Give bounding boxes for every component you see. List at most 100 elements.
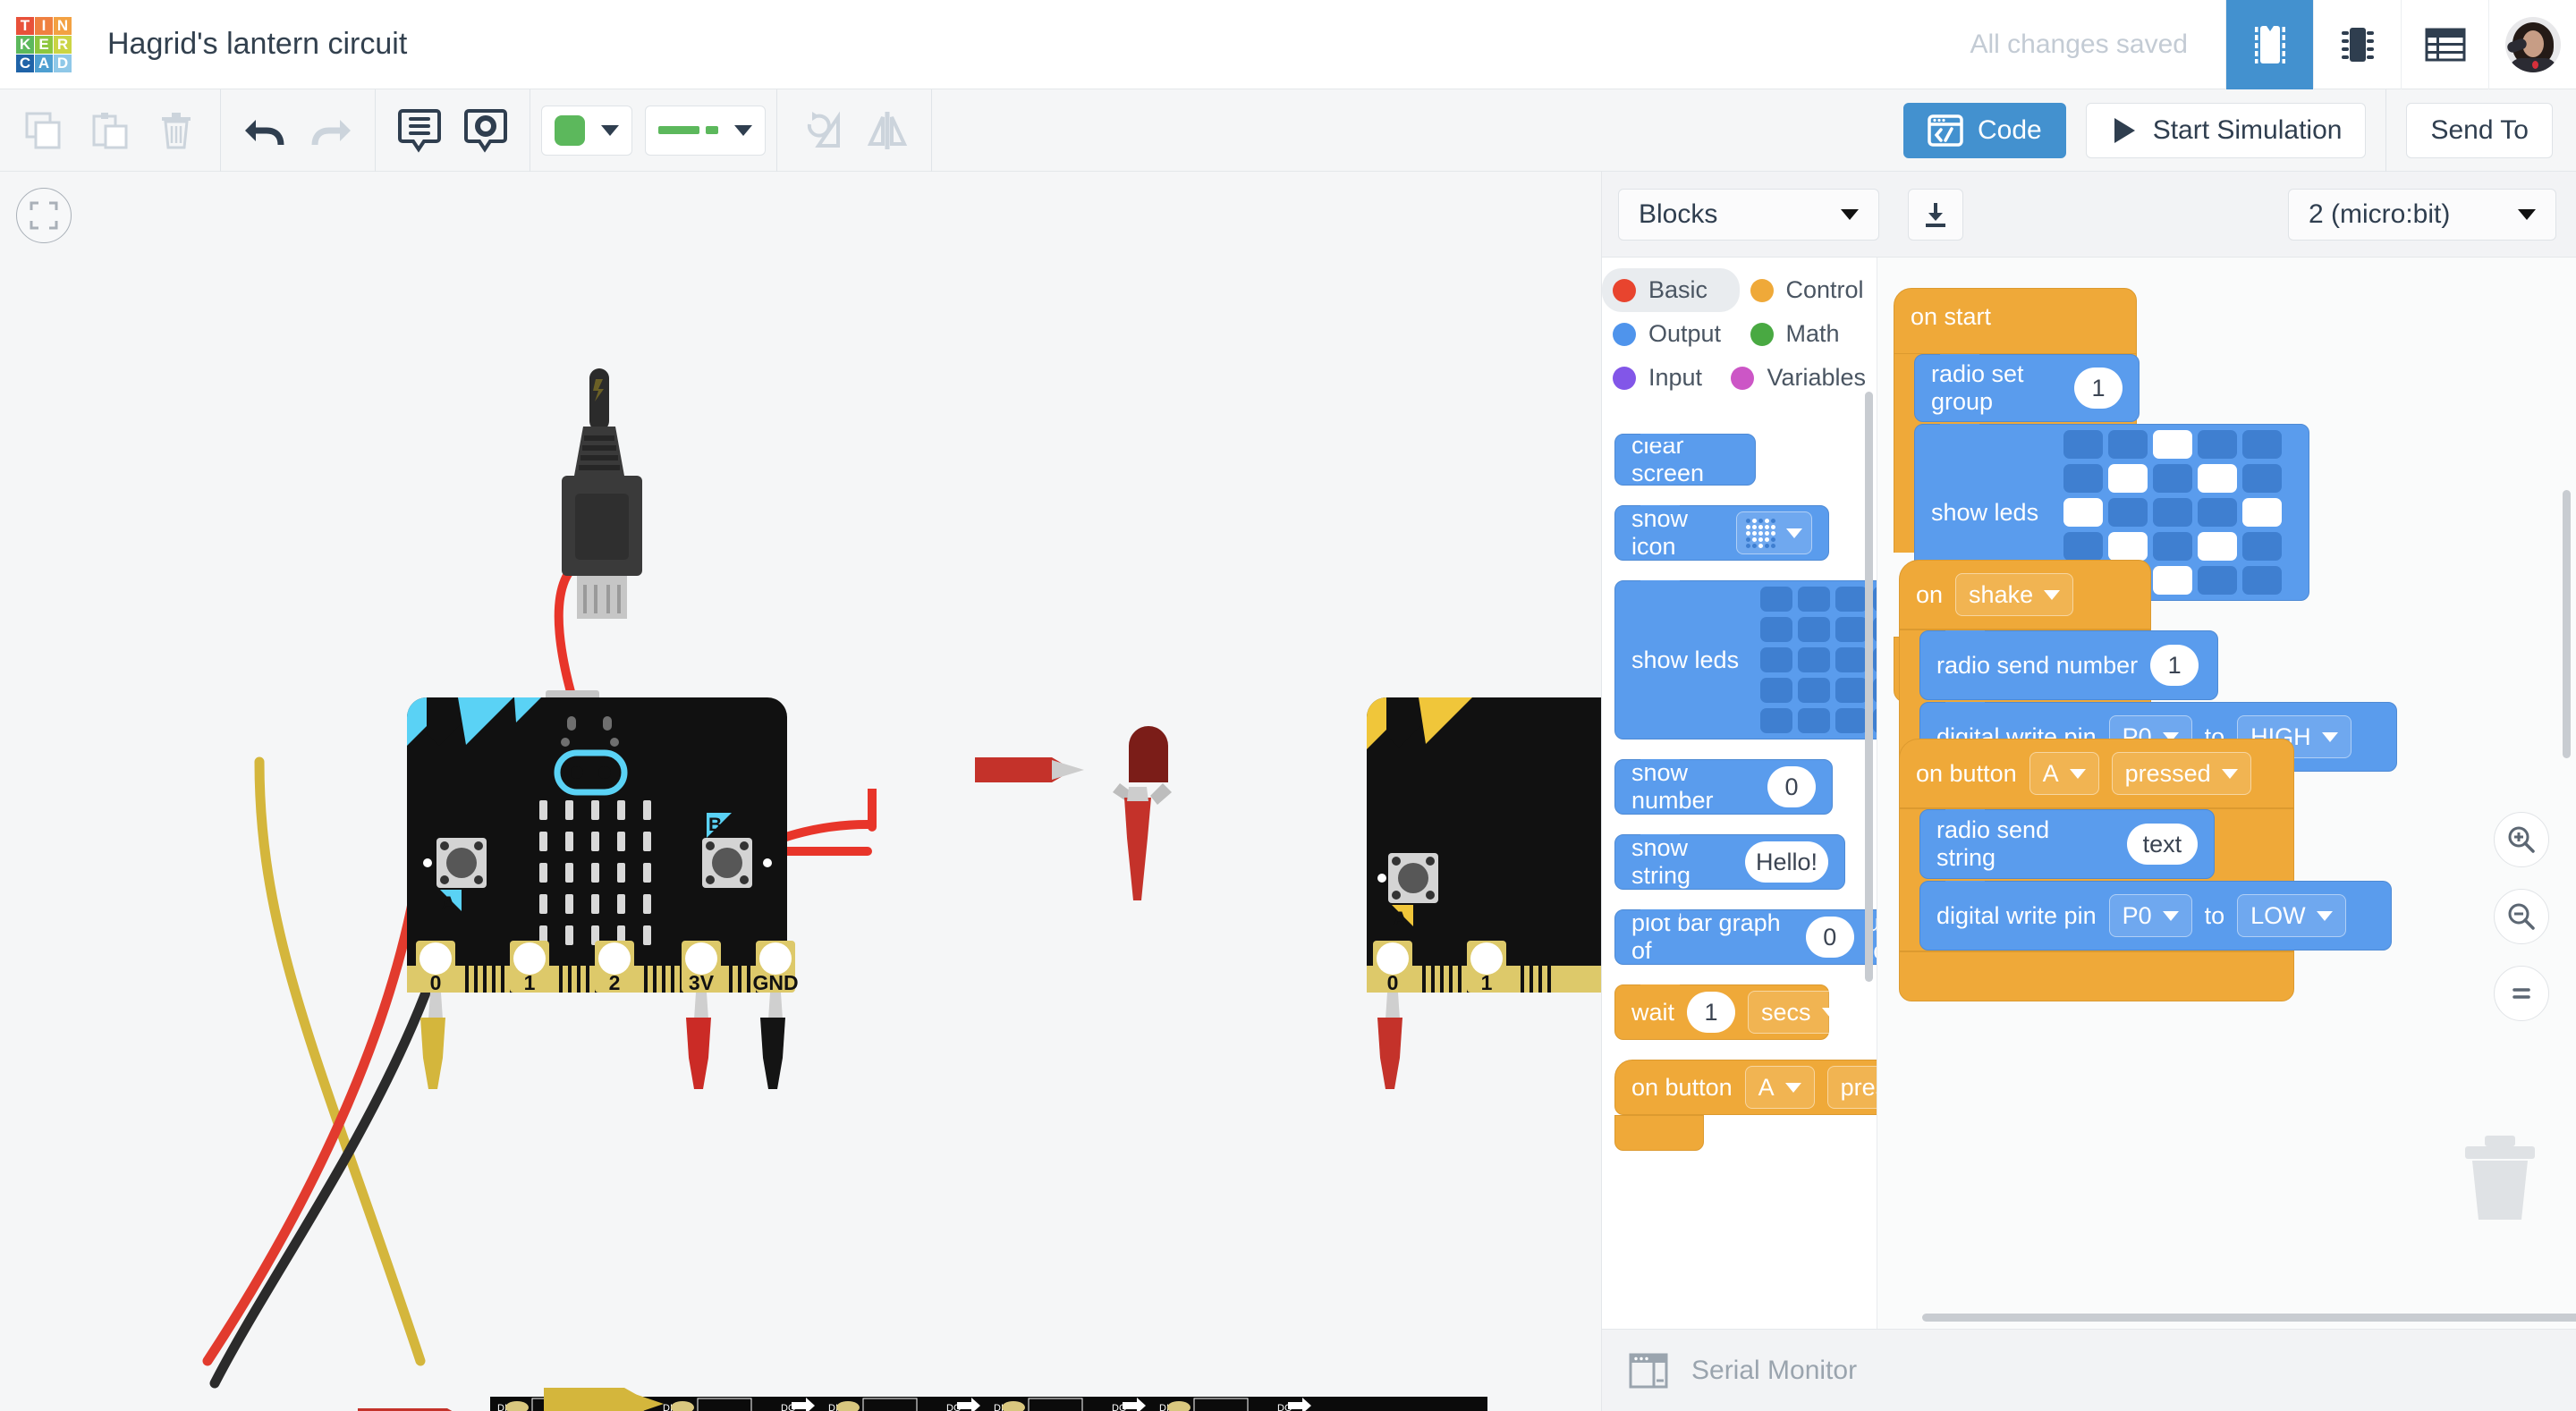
code-panel: Blocks 2 (micro:bit) Basic Control Outpu… (1601, 172, 2576, 1411)
on-shake-header[interactable]: on shake (1899, 560, 2151, 629)
clipboard-group (0, 89, 221, 172)
block-digital-write-pin[interactable]: digital write pin P0 to LOW (1919, 881, 2392, 951)
button-dropdown[interactable]: A (1744, 1066, 1815, 1109)
palette-block-on-button[interactable]: on button A pressed (1614, 1060, 1877, 1115)
level-dropdown[interactable]: LOW (2237, 894, 2346, 937)
wire-color-picker[interactable] (541, 105, 632, 156)
logo-cell-3: K (16, 35, 34, 54)
user-avatar-button[interactable] (2488, 0, 2576, 89)
style-group (530, 89, 777, 172)
download-code-button[interactable] (1908, 188, 1963, 241)
serial-monitor-bar[interactable]: Serial Monitor (1602, 1329, 2576, 1411)
clip-3v-red (686, 993, 711, 1089)
copy-button[interactable] (11, 97, 77, 164)
palette-block-show-string[interactable]: show string Hello! (1614, 834, 1845, 890)
logo-cell-8: D (54, 54, 72, 72)
tinkercad-logo[interactable]: T I N K E R C A D (16, 16, 72, 72)
microbit-right: A 0 1 (1367, 697, 1601, 1089)
play-icon (2114, 117, 2135, 143)
undo-button[interactable] (232, 97, 298, 164)
code-button[interactable]: Code (1902, 102, 2066, 158)
string-input[interactable]: Hello! (1744, 841, 1828, 883)
paste-button[interactable] (77, 97, 143, 164)
device-select[interactable]: 2 (micro:bit) (2288, 188, 2556, 241)
unit-dropdown[interactable]: secs (1748, 991, 1852, 1034)
block-label: radio send number (1936, 651, 2139, 679)
event-dropdown[interactable]: pressed (1826, 1066, 1877, 1109)
event-option: pressed (1840, 1073, 1877, 1101)
trash-icon[interactable] (2462, 1136, 2538, 1221)
annotation-group (376, 89, 530, 172)
category-label: Control (1785, 276, 1864, 303)
code-workspace[interactable]: on start radio set group 1 show leds on … (1877, 258, 2576, 1329)
event-dropdown[interactable]: pressed (2111, 752, 2251, 795)
block-categories: Basic Control Output Math Input Variable… (1602, 258, 1877, 412)
category-label: Input (1648, 364, 1703, 391)
components-panel-icon[interactable] (2225, 0, 2313, 89)
workspace-scrollbar-horizontal[interactable] (1922, 1314, 2576, 1322)
number-input[interactable]: 1 (2150, 645, 2199, 686)
wire-style-picker[interactable] (645, 105, 766, 156)
palette-block-clear-screen[interactable]: clear screen (1614, 432, 1756, 486)
led-matrix-editor[interactable] (1760, 587, 1877, 733)
category-label: Basic (1648, 276, 1708, 303)
on-button-header[interactable]: on button A pressed (1899, 739, 2294, 808)
pin-label-right-0: 0 (1387, 971, 1399, 994)
zoom-in-button[interactable] (2494, 812, 2549, 867)
workspace-block-on-button-a[interactable]: on button A pressed radio send string te… (1899, 739, 2392, 1001)
code-mode-select[interactable]: Blocks (1618, 188, 1879, 241)
start-simulation-button[interactable]: Start Simulation (2085, 102, 2367, 158)
group-input[interactable]: 1 (2074, 368, 2123, 409)
mirror-icon[interactable] (854, 97, 920, 164)
workspace-scrollbar-vertical[interactable] (2563, 490, 2571, 758)
palette-block-show-icon[interactable]: show icon (1614, 505, 1829, 561)
palette-block-plot-bar-graph[interactable]: plot bar graph of 0 up to 0 (1614, 909, 1877, 965)
value-input[interactable]: 0 (1805, 917, 1854, 958)
string-input[interactable]: text (2126, 824, 2198, 865)
block-radio-send-number[interactable]: radio send number 1 (1919, 630, 2218, 700)
button-option: A (2042, 759, 2059, 787)
category-input[interactable]: Input (1602, 356, 1720, 400)
annotation-icon[interactable] (453, 97, 519, 164)
category-basic[interactable]: Basic (1602, 268, 1740, 312)
notes-icon[interactable] (386, 97, 453, 164)
event-option: shake (1969, 580, 2034, 608)
send-to-button[interactable]: Send To (2406, 102, 2553, 158)
zoom-out-button[interactable] (2494, 889, 2549, 944)
chip-icon[interactable] (2313, 0, 2401, 89)
icon-dropdown[interactable] (1736, 511, 1812, 554)
duration-input[interactable]: 1 (1687, 992, 1736, 1033)
palette-scrollbar[interactable] (1865, 392, 1873, 982)
on-start-header[interactable]: on start (1894, 288, 2137, 354)
list-view-icon[interactable] (2401, 0, 2488, 89)
chevron-down-icon (2069, 768, 2086, 779)
redo-button[interactable] (298, 97, 364, 164)
category-variables[interactable]: Variables (1720, 356, 1877, 400)
block-radio-send-string[interactable]: radio send string text (1919, 809, 2215, 879)
clip-led-cathode-red (1124, 787, 1151, 900)
pin-dropdown[interactable]: P0 (2108, 894, 2192, 937)
category-math[interactable]: Math (1740, 312, 1877, 356)
save-status: All changes saved (1970, 29, 2189, 59)
category-output[interactable]: Output (1602, 312, 1740, 356)
document-title[interactable]: Hagrid's lantern circuit (107, 27, 407, 62)
palette-block-show-number[interactable]: show number 0 (1614, 759, 1833, 815)
event-dropdown[interactable]: shake (1955, 573, 2074, 616)
block-radio-set-group[interactable]: radio set group 1 (1914, 354, 2140, 422)
palette-block-show-leds[interactable]: show leds (1614, 580, 1877, 739)
delete-button[interactable] (143, 97, 209, 164)
palette-block-wait[interactable]: wait 1 secs (1614, 984, 1852, 1040)
rotate-icon[interactable] (788, 97, 854, 164)
circuit-svg: A B 0 1 2 3V GND A 0 1 DO DO DO DO (202, 368, 1601, 1411)
logo-cell-0: T (16, 16, 34, 35)
circuit-canvas[interactable]: A B 0 1 2 3V GND A 0 1 DO DO DO DO (0, 172, 1601, 1411)
svg-text:A: A (442, 893, 455, 914)
neopixel-strip: DIN+5VGND DO+5VGND DIN+5VGND (358, 1388, 1487, 1411)
zoom-reset-button[interactable] (2494, 966, 2549, 1021)
category-control[interactable]: Control (1740, 268, 1877, 312)
fit-to-screen-button[interactable] (16, 188, 72, 243)
palette-block-list[interactable]: clear screen show icon show leds show nu… (1602, 412, 1877, 1329)
number-input[interactable]: 0 (1767, 766, 1816, 807)
button-dropdown[interactable]: A (2029, 752, 2099, 795)
